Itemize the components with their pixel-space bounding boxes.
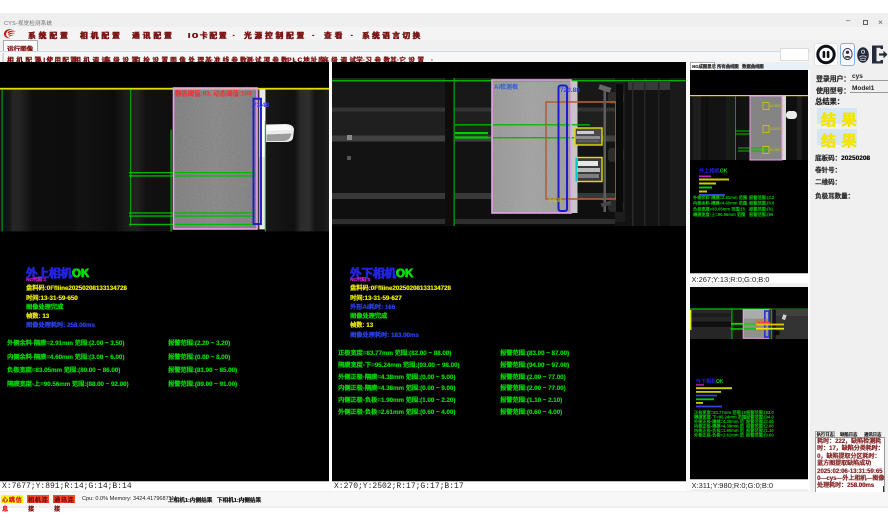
- svg-text:外上相机OK: 外上相机OK: [699, 167, 728, 175]
- svg-text:负极耳: 负极耳: [548, 197, 562, 204]
- svg-text:11.25/2.8: 11.25/2.8: [770, 148, 783, 152]
- svg-text:720.88: 720.88: [560, 87, 580, 94]
- svg-text:10.02/3.0: 10.02/3.0: [770, 127, 784, 131]
- svg-text:AI检测框: AI检测框: [494, 83, 518, 91]
- svg-text:报警范围:(89: 报警范围:(89: [749, 211, 774, 218]
- svg-text:外侧正极-负极=2.61mm 范: 外侧正极-负极=2.61mm 范: [694, 432, 745, 439]
- svg-text:12.48/3.6: 12.48/3.6: [770, 104, 784, 108]
- svg-text:静态阈值:93, 动态阈值:100: 静态阈值:93, 动态阈值:100: [175, 89, 252, 98]
- svg-text:外下相机OK: 外下相机OK: [696, 378, 724, 385]
- svg-text:报警范围:(0.60: 报警范围:(0.60: [746, 432, 774, 439]
- svg-text:隔膜宽度-上=90.56mm 范围: 隔膜宽度-上=90.56mm 范围: [693, 211, 745, 218]
- svg-text:73.48: 73.48: [253, 102, 269, 109]
